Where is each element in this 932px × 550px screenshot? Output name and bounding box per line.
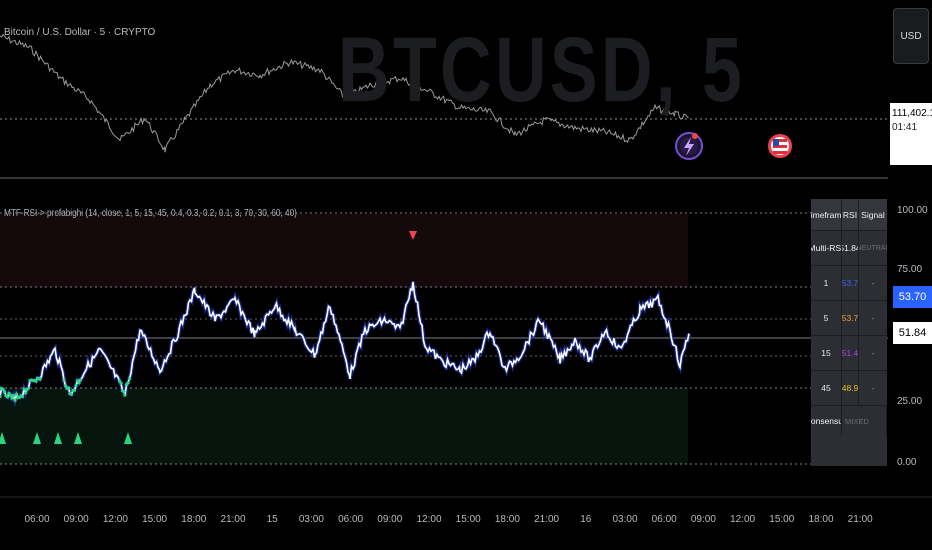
- time-axis-label: 21:00: [534, 514, 560, 525]
- tf-label: 15: [811, 336, 842, 370]
- oversold-segment-dot: [34, 379, 38, 383]
- oversold-zone: [0, 388, 688, 464]
- oversold-segment-dot: [22, 387, 26, 391]
- time-axis-label: 12:00: [730, 514, 756, 525]
- table-row-consensus: Consensus MIXED: [811, 406, 887, 436]
- oversold-segment-dot: [38, 377, 42, 381]
- time-axis-label: 18:00: [808, 514, 834, 525]
- tf-signal: -: [871, 383, 875, 393]
- tf-signal: -: [871, 348, 875, 358]
- header-signal: Signal: [861, 209, 885, 220]
- table-row-tf-1: 1 53.7 -: [811, 266, 887, 301]
- rsi-axis-label-0: 0.00: [897, 457, 917, 468]
- multi-rsi-signal: NEUTRAL: [859, 244, 887, 252]
- tf-signal: -: [871, 278, 875, 288]
- tf-label: 45: [811, 371, 842, 405]
- oversold-segment-dot: [74, 384, 78, 388]
- time-axis-label: 16: [580, 514, 592, 525]
- oversold-segment-dot: [10, 396, 14, 400]
- oversold-segment-dot: [77, 381, 81, 385]
- time-axis-label: 03:00: [298, 514, 324, 525]
- time-axis-label: 06:00: [651, 514, 677, 525]
- time-axis-label: 12:00: [102, 514, 128, 525]
- last-price: 111,402.13: [892, 108, 932, 119]
- tf-signal: -: [871, 313, 875, 323]
- tf-rsi-value: 53.7: [842, 301, 859, 335]
- oversold-segment-dot: [23, 391, 28, 395]
- time-axis-label: 09:00: [690, 514, 716, 525]
- rsi-glow-polyline: [0, 281, 691, 408]
- us-flag-event-icon: [768, 134, 792, 158]
- symbol-watermark: BTCUSD, 5: [338, 19, 745, 121]
- oversold-segment-dot: [2, 390, 7, 394]
- last-price-tag: 111,402.13 01:41: [890, 103, 932, 165]
- indicator-label[interactable]: MTF-RSI-> profabighi (14, close, 1, 5, 1…: [4, 208, 297, 219]
- currency-button[interactable]: USD: [893, 8, 929, 64]
- oversold-segment-dot: [5, 395, 10, 399]
- time-axis-label: 06:00: [24, 514, 50, 525]
- rsi-line: [0, 281, 691, 408]
- time-axis-label: 15:00: [455, 514, 481, 525]
- oversold-segment-dot: [72, 388, 77, 392]
- overbought-zone: [0, 214, 688, 287]
- mtf-rsi-table: Timeframe RSI Signal Multi-RSI 51.84 NEU…: [811, 199, 887, 466]
- rsi-value-tag-white: 51.84: [893, 322, 932, 344]
- tf-label: 1: [811, 266, 842, 300]
- rsi-axis-label-100: 100.00: [897, 205, 928, 216]
- consensus-label: Consensus: [811, 406, 842, 436]
- time-axis-label: 21:00: [847, 514, 873, 525]
- oversold-segment-dot: [14, 392, 19, 396]
- time-axis-label: 18:00: [494, 514, 520, 525]
- oversold-segment-dot: [62, 378, 66, 382]
- oversold-segment-dot: [26, 386, 31, 390]
- oversold-segment-dot: [126, 381, 130, 385]
- symbol-label[interactable]: Bitcoin / U.S. Dollar · 5 · CRYPTO: [4, 27, 155, 38]
- time-axis-label: 15:00: [142, 514, 168, 525]
- rsi-axis-label-75: 75.00: [897, 264, 923, 275]
- oversold-segment-dot: [78, 378, 83, 382]
- table-row-tf-45: 45 48.9 -: [811, 371, 887, 406]
- oversold-segment-dot: [66, 386, 71, 390]
- lightning-event-icon: [675, 132, 703, 160]
- time-axis-label: 06:00: [338, 514, 364, 525]
- table-row-tf-15: 15 51.4 -: [811, 336, 887, 371]
- table-row-multi-rsi: Multi-RSI 51.84 NEUTRAL: [811, 231, 887, 266]
- time-axis-label: 12:00: [416, 514, 442, 525]
- time-axis-label: 15: [266, 514, 278, 525]
- rsi-axis-label-25: 25.00: [897, 396, 923, 407]
- time-axis-label: 09:00: [377, 514, 403, 525]
- time-axis-label: 15:00: [769, 514, 795, 525]
- consensus-value: MIXED: [842, 406, 887, 436]
- rsi-polyline: [0, 281, 690, 403]
- header-timeframe: Timeframe: [811, 199, 842, 230]
- oversold-segment-dot: [119, 381, 123, 385]
- time-axis-label: 18:00: [181, 514, 207, 525]
- multi-rsi-label: Multi-RSI: [811, 231, 842, 265]
- table-row-tf-5: 5 53.7 -: [811, 301, 887, 336]
- bar-countdown: 01:41: [892, 122, 918, 133]
- time-axis-label: 03:00: [612, 514, 638, 525]
- oversold-segment-dot: [69, 392, 74, 396]
- rsi-value-tag-blue: 53.70: [893, 286, 932, 308]
- tf-rsi-value: 51.4: [842, 336, 859, 370]
- multi-rsi-value: 51.84: [842, 231, 859, 265]
- oversold-segment-dot: [127, 377, 132, 381]
- time-axis-label: 21:00: [220, 514, 246, 525]
- tf-rsi-value: 53.7: [842, 266, 859, 300]
- oversold-segment-dot: [20, 394, 25, 399]
- oversold-segment-dot: [123, 393, 127, 397]
- tf-rsi-value: 48.9: [842, 371, 859, 405]
- oversold-segment-dot: [122, 389, 126, 394]
- tf-label: 5: [811, 301, 842, 335]
- table-header-row: Timeframe RSI Signal: [811, 199, 887, 231]
- oversold-segment-dot: [8, 393, 13, 397]
- oversold-segment-dot: [11, 393, 16, 398]
- oversold-segment-dot: [13, 398, 17, 402]
- header-rsi: RSI: [842, 199, 859, 230]
- time-axis-label: 09:00: [63, 514, 89, 525]
